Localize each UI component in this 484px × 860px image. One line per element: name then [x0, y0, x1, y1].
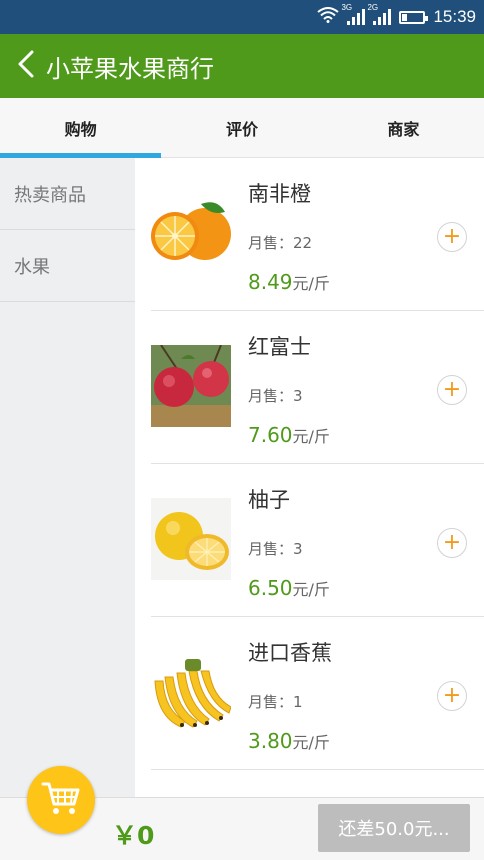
apple-image [151, 344, 231, 427]
product-name: 红富士 [248, 335, 311, 359]
product-name: 南非橙 [248, 182, 311, 206]
product-name: 进口香蕉 [248, 641, 332, 665]
pomelo-image [151, 498, 231, 580]
page-title: 小苹果水果商行 [46, 54, 214, 83]
price-unit: 元/斤 [292, 580, 330, 599]
monthly-sales: 月售：3 [248, 540, 303, 558]
monthly-sales: 月售：1 [248, 693, 303, 711]
tab-label: 购物 [64, 119, 97, 139]
list-item[interactable]: 进口香蕉 月售：1 3.80元/斤 + [151, 617, 484, 770]
tab-shopping[interactable]: 购物 [0, 98, 162, 158]
sidebar-item-hot[interactable]: 热卖商品 [0, 158, 135, 230]
status-bar: 3G 2G 15:39 [0, 0, 484, 34]
tab-merchant[interactable]: 商家 [323, 98, 484, 157]
tab-label: 评价 [225, 119, 258, 139]
cart-button[interactable] [27, 766, 95, 834]
list-item[interactable]: 红富士 月售：3 7.60元/斤 + [151, 311, 484, 464]
wifi-icon [317, 6, 340, 28]
add-to-cart-button[interactable]: + [437, 222, 467, 252]
back-button[interactable] [6, 34, 46, 98]
price-value: 6.50 [248, 576, 293, 600]
orange-image [151, 192, 231, 274]
price-value: 8.49 [248, 270, 293, 294]
price-value: 7.60 [248, 423, 293, 447]
tab-reviews[interactable]: 评价 [161, 98, 322, 157]
product-name: 柚子 [248, 488, 290, 512]
add-to-cart-button[interactable]: + [437, 375, 467, 405]
monthly-sales: 月售：22 [248, 234, 313, 252]
product-list: 南非橙 月售：22 8.49元/斤 + 红富士 月售：3 7.60元/斤 + 柚… [135, 158, 484, 798]
product-price: 6.50元/斤 [248, 576, 330, 600]
tab-bar: 购物 评价 商家 [0, 98, 484, 158]
checkout-button[interactable]: 还差50.0元... [318, 804, 470, 852]
category-sidebar: 热卖商品 水果 [0, 158, 135, 798]
sidebar-item-fruit[interactable]: 水果 [0, 230, 135, 302]
banana-image [151, 651, 232, 733]
status-time: 15:39 [433, 7, 476, 26]
add-to-cart-button[interactable]: + [437, 681, 467, 711]
price-unit: 元/斤 [292, 274, 330, 293]
cart-total: ￥0 [112, 821, 155, 850]
signal-2g-icon: 2G [367, 3, 392, 25]
product-price: 8.49元/斤 [248, 270, 330, 294]
list-item[interactable]: 南非橙 月售：22 8.49元/斤 + [151, 158, 484, 311]
product-price: 3.80元/斤 [248, 729, 330, 753]
sidebar-item-label: 水果 [14, 256, 50, 278]
product-price: 7.60元/斤 [248, 423, 330, 447]
app-header: 小苹果水果商行 [0, 34, 484, 98]
tab-label: 商家 [387, 119, 420, 139]
signal-3g-icon: 3G [341, 3, 366, 25]
add-to-cart-button[interactable]: + [437, 528, 467, 558]
shopping-cart-icon [41, 780, 81, 820]
price-value: 3.80 [248, 729, 293, 753]
price-unit: 元/斤 [292, 427, 330, 446]
battery-icon [399, 10, 429, 24]
price-unit: 元/斤 [292, 733, 330, 752]
monthly-sales: 月售：3 [248, 387, 303, 405]
chevron-left-icon [16, 49, 36, 83]
list-item[interactable]: 柚子 月售：3 6.50元/斤 + [151, 464, 484, 617]
sidebar-item-label: 热卖商品 [14, 184, 86, 206]
